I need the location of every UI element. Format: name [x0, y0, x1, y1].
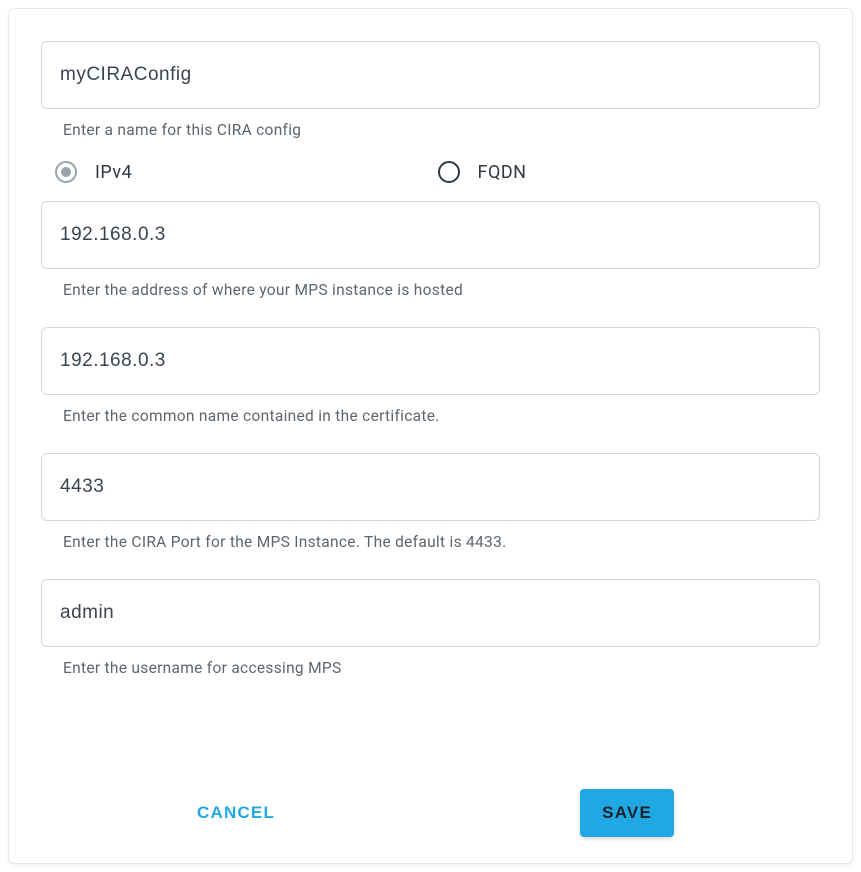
- mps-address-input[interactable]: [41, 201, 820, 269]
- radio-option-ipv4[interactable]: IPv4: [55, 161, 438, 183]
- common-name-helper: Enter the common name contained in the c…: [63, 407, 820, 425]
- common-name-input[interactable]: [41, 327, 820, 395]
- radio-label-fqdn: FQDN: [478, 162, 527, 183]
- mps-address-helper: Enter the address of where your MPS inst…: [63, 281, 820, 299]
- common-name-field: Enter the common name contained in the c…: [41, 327, 820, 425]
- config-name-input[interactable]: [41, 41, 820, 109]
- username-input[interactable]: [41, 579, 820, 647]
- radio-selected-icon: [55, 161, 77, 183]
- config-name-helper: Enter a name for this CIRA config: [63, 121, 820, 139]
- mps-address-field: Enter the address of where your MPS inst…: [41, 201, 820, 299]
- cira-port-input[interactable]: [41, 453, 820, 521]
- cancel-button[interactable]: CANCEL: [187, 787, 285, 839]
- radio-label-ipv4: IPv4: [95, 162, 132, 183]
- save-button[interactable]: SAVE: [580, 789, 674, 837]
- spacer: [41, 677, 820, 787]
- radio-unselected-icon: [438, 161, 460, 183]
- cira-config-form: Enter a name for this CIRA config IPv4 F…: [8, 8, 853, 864]
- form-actions: CANCEL SAVE: [41, 787, 820, 839]
- username-field: Enter the username for accessing MPS: [41, 579, 820, 677]
- config-name-field: Enter a name for this CIRA config: [41, 41, 820, 139]
- address-format-radio-group: IPv4 FQDN: [55, 161, 820, 183]
- cira-port-helper: Enter the CIRA Port for the MPS Instance…: [63, 533, 820, 551]
- cira-port-field: Enter the CIRA Port for the MPS Instance…: [41, 453, 820, 551]
- radio-option-fqdn[interactable]: FQDN: [438, 161, 821, 183]
- username-helper: Enter the username for accessing MPS: [63, 659, 820, 677]
